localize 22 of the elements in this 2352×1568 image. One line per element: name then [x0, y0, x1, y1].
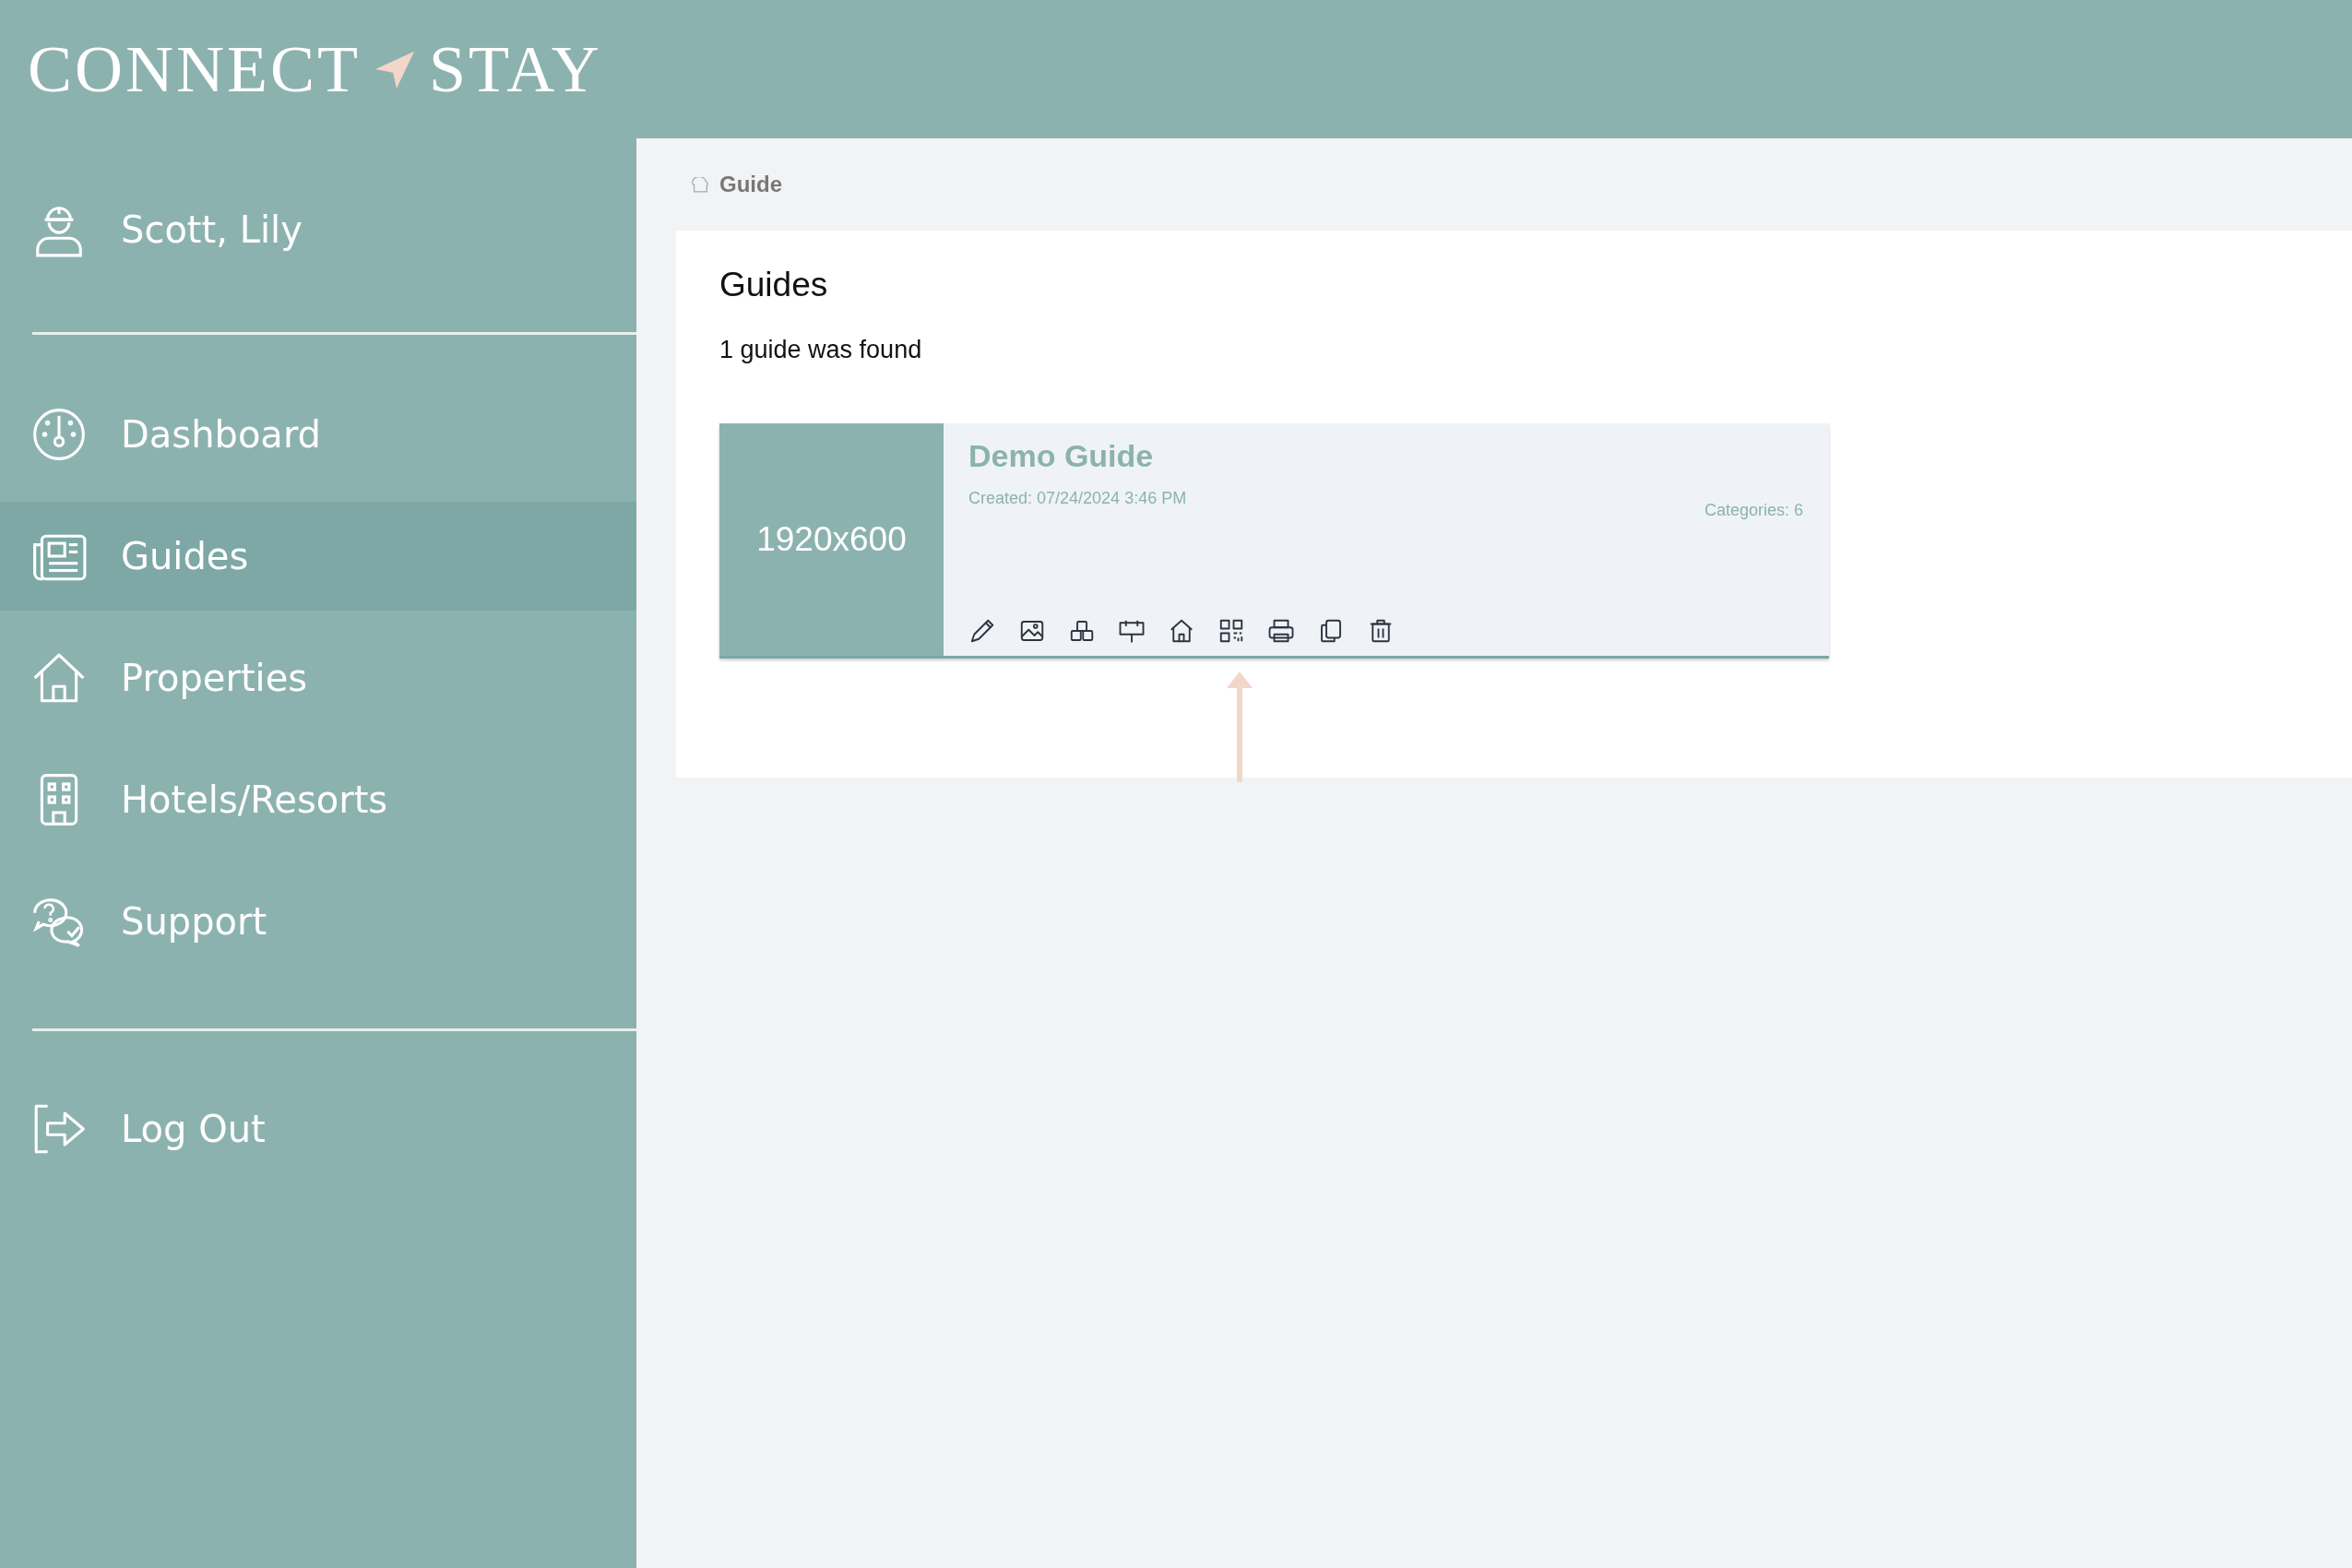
breadcrumb: Guide — [719, 172, 782, 197]
gauge-icon — [30, 406, 88, 463]
pencil-icon[interactable] — [968, 617, 996, 645]
nav-item[interactable]: Support — [0, 861, 636, 982]
logo[interactable]: CONNECT STAY — [28, 30, 602, 108]
bread-icon — [690, 176, 710, 193]
nav-item[interactable]: Properties — [0, 617, 636, 739]
nav-item[interactable]: Guides — [0, 502, 636, 611]
user-name: Scott, Lily — [121, 208, 303, 251]
page-title: Guides — [719, 265, 829, 304]
logo-text: CONNECT — [28, 30, 361, 108]
nav-item[interactable]: Dashboard — [0, 374, 636, 495]
categories-count: Categories: 6 — [1704, 501, 1803, 520]
image-size-text: 1920x600 — [756, 520, 907, 559]
logout-link[interactable]: Log Out — [0, 1068, 636, 1190]
nav-item[interactable]: Hotels/Resorts — [0, 739, 636, 861]
created-date: Created: 07/24/2024 3:46 PM — [968, 489, 1187, 508]
logo-text: STAY — [429, 30, 602, 108]
printer-icon[interactable] — [1267, 617, 1295, 645]
guide-title[interactable]: Demo Guide — [968, 438, 1187, 474]
result-count: 1 guide was found — [719, 336, 923, 364]
qr-code-icon[interactable] — [1218, 617, 1245, 645]
